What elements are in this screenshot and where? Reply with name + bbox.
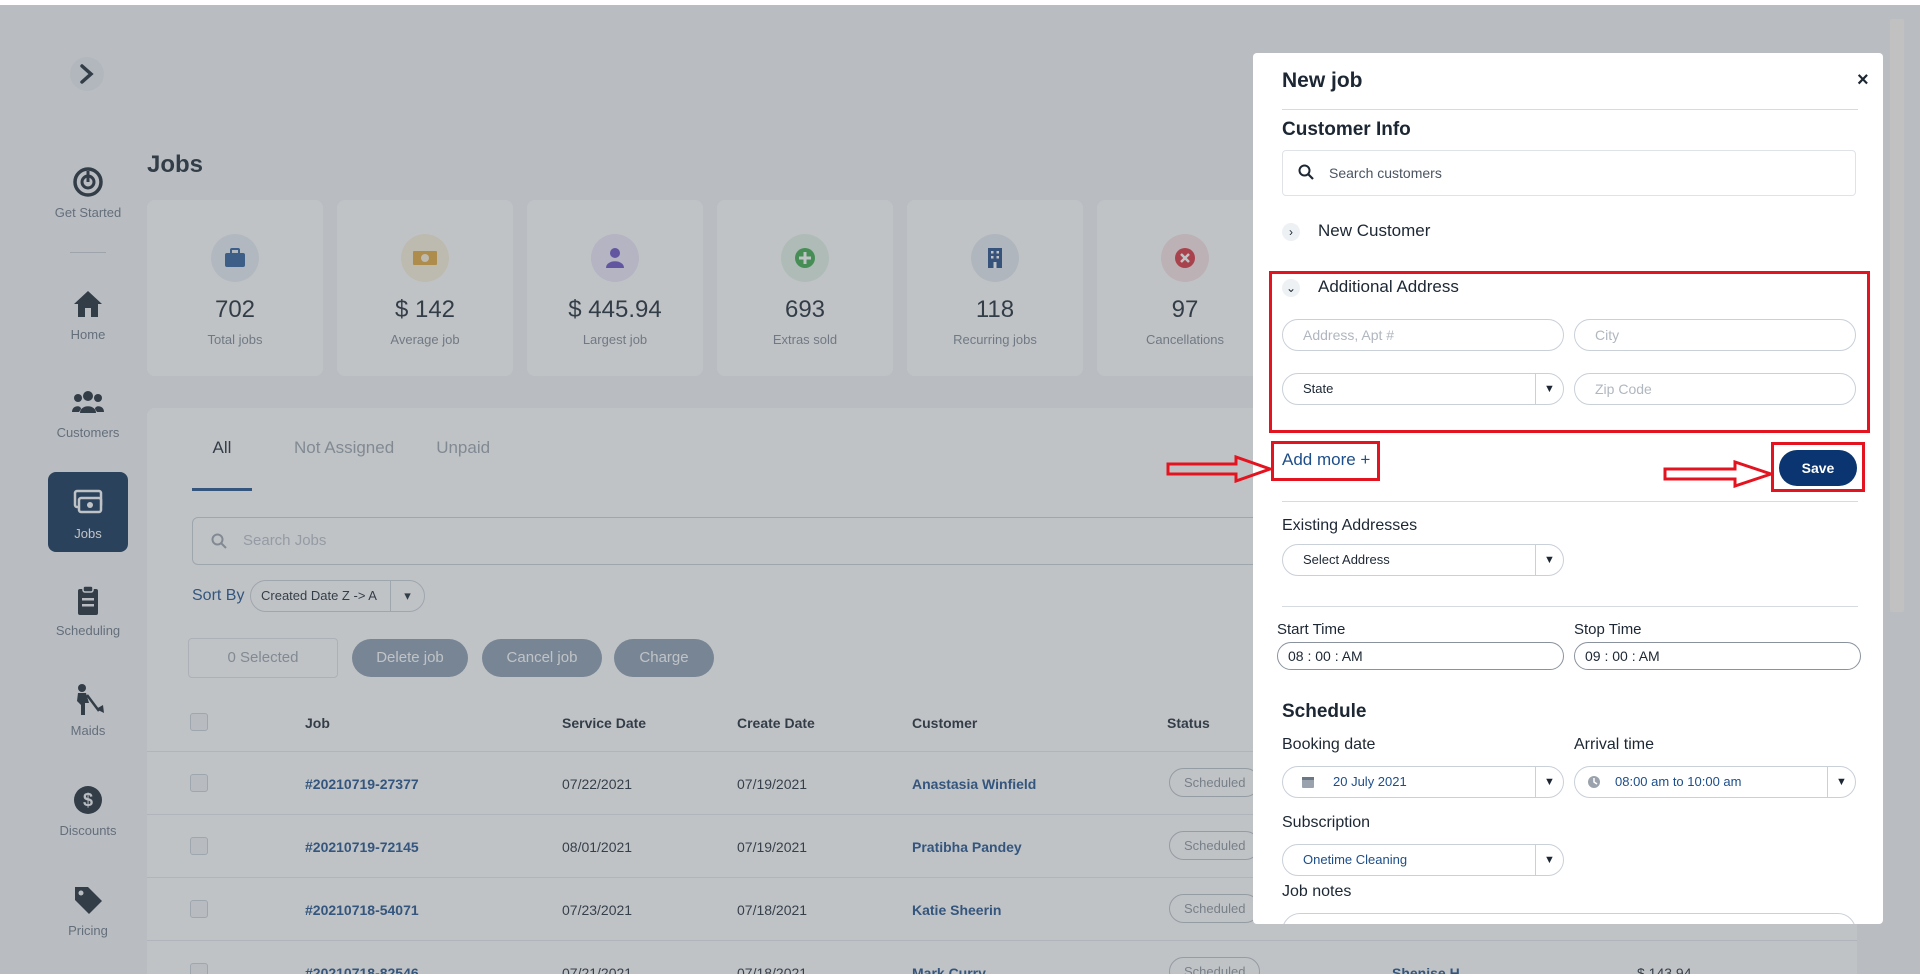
- existing-address-select[interactable]: Select Address ▼: [1282, 544, 1564, 576]
- zip-code-input[interactable]: Zip Code: [1574, 373, 1856, 405]
- subscription-select[interactable]: Onetime Cleaning ▼: [1282, 844, 1564, 876]
- subscription-label: Subscription: [1282, 814, 1371, 831]
- arrival-time-label: Arrival time: [1574, 736, 1655, 753]
- existing-addresses-label: Existing Addresses: [1282, 517, 1418, 534]
- divider: [1282, 109, 1858, 110]
- modal-title: New job: [1282, 69, 1363, 92]
- page-scrollbar[interactable]: [1888, 5, 1908, 921]
- caret-down-icon: ▼: [1535, 374, 1563, 404]
- new-customer-toggle[interactable]: › New Customer: [1282, 221, 1430, 241]
- caret-down-icon: ▼: [1535, 545, 1563, 575]
- stop-time-label: Stop Time: [1574, 621, 1642, 638]
- schedule-heading: Schedule: [1282, 701, 1367, 722]
- caret-down-icon: ▼: [1535, 767, 1563, 797]
- caret-down-icon: ▼: [1827, 767, 1855, 797]
- chevron-right-icon: ›: [1282, 222, 1300, 241]
- chevron-down-icon: ⌄: [1282, 278, 1300, 297]
- divider: [1282, 606, 1858, 607]
- scrollbar-thumb[interactable]: [1890, 19, 1904, 612]
- job-notes-input[interactable]: [1282, 913, 1856, 924]
- arrival-time-select[interactable]: 08:00 am to 10:00 am ▼: [1574, 766, 1856, 798]
- search-customers-input[interactable]: Search customers: [1282, 150, 1856, 196]
- add-more-link[interactable]: Add more +: [1282, 450, 1370, 470]
- caret-down-icon: ▼: [1535, 845, 1563, 875]
- customer-info-heading: Customer Info: [1282, 119, 1411, 140]
- new-job-modal: New job × Customer Info Search customers…: [1253, 53, 1883, 924]
- calendar-icon: [1302, 777, 1314, 788]
- city-input[interactable]: City: [1574, 319, 1856, 351]
- close-icon[interactable]: ×: [1857, 69, 1869, 92]
- divider: [1282, 501, 1858, 502]
- booking-date-label: Booking date: [1282, 736, 1376, 753]
- start-time-label: Start Time: [1277, 621, 1346, 638]
- job-notes-label: Job notes: [1282, 883, 1352, 900]
- stop-time-input[interactable]: 09 : 00 : AM: [1574, 642, 1861, 670]
- clock-icon: [1588, 776, 1600, 788]
- save-button[interactable]: Save: [1779, 450, 1857, 486]
- start-time-input[interactable]: 08 : 00 : AM: [1277, 642, 1564, 670]
- address-input[interactable]: Address, Apt #: [1282, 319, 1564, 351]
- search-icon: [1298, 164, 1314, 180]
- annotation-arrow-save: [1663, 460, 1773, 488]
- booking-date-select[interactable]: 20 July 2021 ▼: [1282, 766, 1564, 798]
- annotation-arrow-add-more: [1166, 455, 1272, 483]
- additional-address-toggle[interactable]: ⌄ Additional Address: [1282, 277, 1459, 297]
- state-select[interactable]: State ▼: [1282, 373, 1564, 405]
